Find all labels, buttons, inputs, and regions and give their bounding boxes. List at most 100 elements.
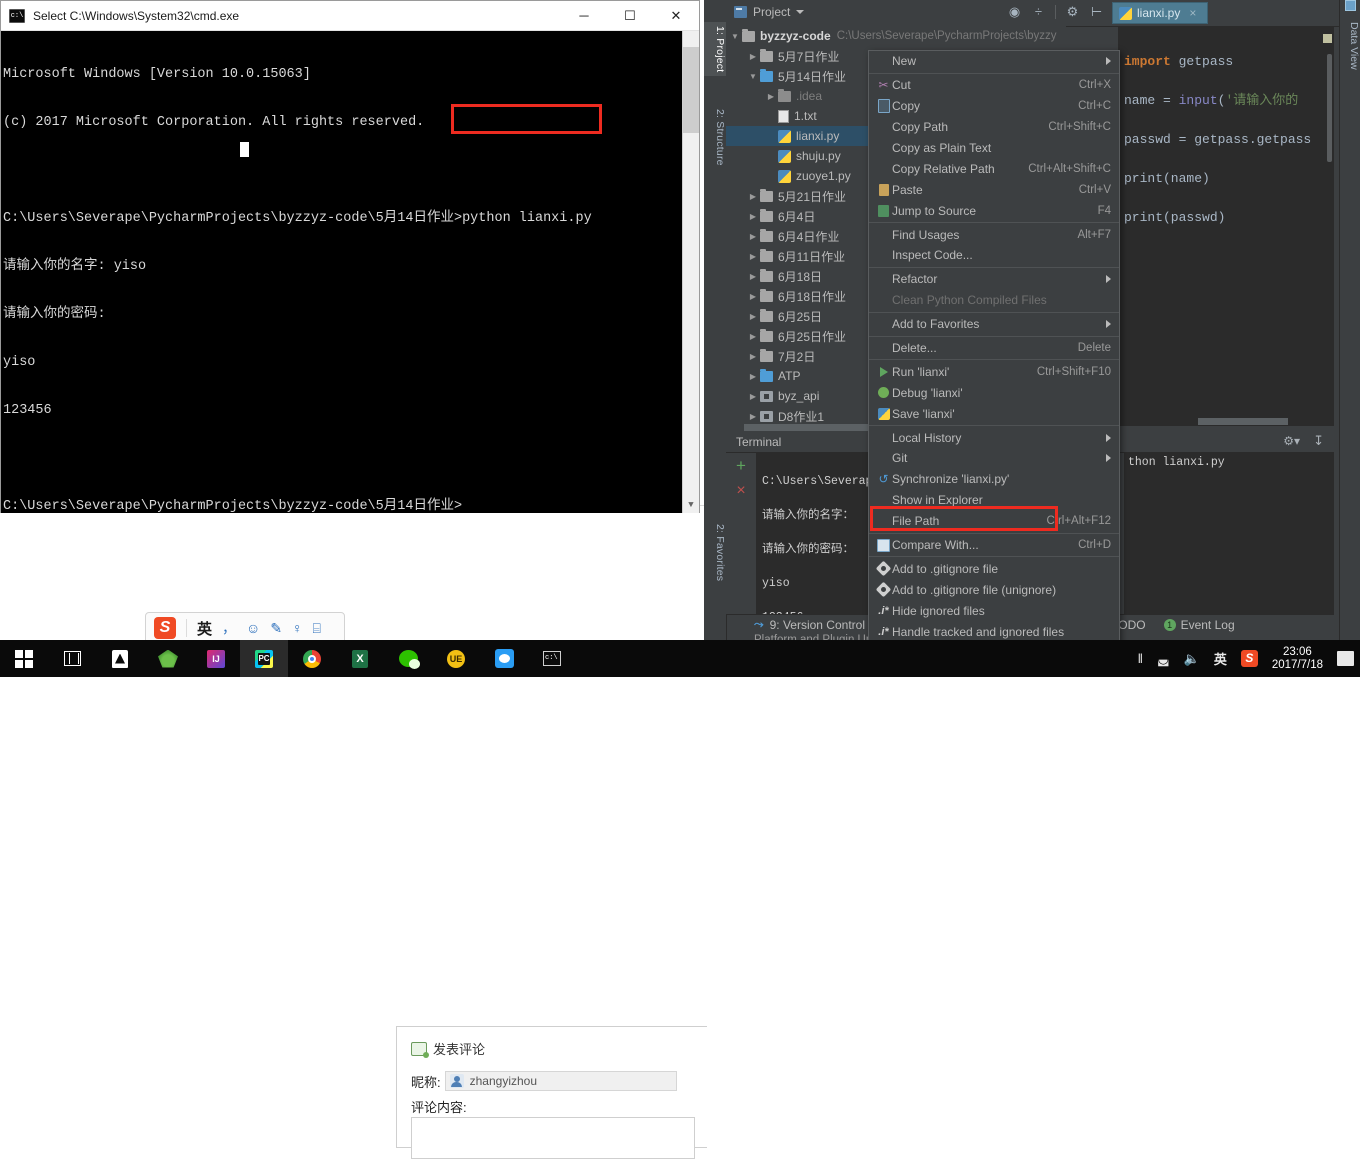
tree-arrow[interactable]: ▶ bbox=[746, 192, 760, 201]
menu-item-find-usages[interactable]: Find Usages Alt+F7 bbox=[869, 224, 1119, 245]
cmd-scrollbar[interactable]: ▲ ▼ bbox=[682, 31, 699, 513]
menu-item-refactor[interactable]: Refactor bbox=[869, 269, 1119, 290]
sidebar-item-structure[interactable]: 2: Structure bbox=[704, 105, 726, 170]
voice-input-icon[interactable]: ♀ bbox=[292, 620, 303, 636]
close-button[interactable]: ✕ bbox=[653, 1, 699, 30]
context-menu[interactable]: New ✂ Cut Ctrl+X Copy Ctrl+C Copy Path Ctrl+… bbox=[868, 50, 1120, 664]
notification-center-icon[interactable] bbox=[1337, 651, 1354, 666]
excel-button[interactable]: X bbox=[336, 640, 384, 677]
menu-item-new[interactable]: New bbox=[869, 51, 1119, 72]
pycharm-taskbar-button[interactable]: PC bbox=[240, 640, 288, 677]
run-panel[interactable]: ⚙▾ ↧ thon lianxi.py bbox=[1118, 430, 1334, 614]
tree-arrow[interactable]: ▶ bbox=[746, 352, 760, 361]
tree-arrow[interactable]: ▶ bbox=[746, 252, 760, 261]
minimize-button[interactable]: ─ bbox=[561, 1, 607, 30]
menu-item-copy[interactable]: Copy Ctrl+C bbox=[869, 96, 1119, 117]
tree-arrow[interactable]: ▶ bbox=[746, 212, 760, 221]
menu-item-run-lianxi[interactable]: Run 'lianxi' Ctrl+Shift+F10 bbox=[869, 361, 1119, 382]
windows-taskbar[interactable]: IJ PC X UE c:\ ‖ ◛ 🔈 英 S 23:06 2017/7/18 bbox=[0, 640, 1360, 677]
collapse-all-icon[interactable]: ◉ bbox=[1007, 4, 1022, 19]
editor-horizontal-scrollbar[interactable] bbox=[1118, 418, 1334, 426]
tree-arrow[interactable]: ▼ bbox=[746, 72, 760, 81]
menu-item-git[interactable]: Git bbox=[869, 448, 1119, 469]
menu-item-add-to-gitignore-unignore[interactable]: Add to .gitignore file (unignore) bbox=[869, 579, 1119, 600]
menu-item-compare-with[interactable]: Compare With... Ctrl+D bbox=[869, 535, 1119, 556]
editor-warning-marker[interactable] bbox=[1323, 34, 1332, 43]
event-log-button[interactable]: 1 Event Log bbox=[1163, 618, 1235, 632]
tree-arrow[interactable]: ▼ bbox=[728, 32, 742, 41]
cmd-taskbar-button[interactable]: c:\ bbox=[528, 640, 576, 677]
hide-icon[interactable]: ⊢ bbox=[1089, 4, 1104, 19]
tree-arrow[interactable]: ▶ bbox=[746, 52, 760, 61]
sidebar-item-data-view[interactable]: Data View bbox=[1340, 18, 1360, 74]
cmd-titlebar[interactable]: c:\ Select C:\Windows\System32\cmd.exe ─… bbox=[1, 1, 699, 31]
menu-item-hide-ignored-files[interactable]: .i* Hide ignored files bbox=[869, 600, 1119, 621]
menu-item-cut[interactable]: ✂ Cut Ctrl+X bbox=[869, 75, 1119, 96]
sogou-logo-icon[interactable]: S bbox=[154, 617, 176, 639]
cmd-window[interactable]: c:\ Select C:\Windows\System32\cmd.exe ─… bbox=[0, 0, 700, 513]
wechat-button[interactable] bbox=[384, 640, 432, 677]
menu-item-add-to-favorites[interactable]: Add to Favorites bbox=[869, 314, 1119, 335]
menu-item-file-path[interactable]: File Path Ctrl+Alt+F12 bbox=[869, 511, 1119, 532]
microsoft-store-button[interactable] bbox=[96, 640, 144, 677]
baidu-netdisk-button[interactable] bbox=[480, 640, 528, 677]
wifi-icon[interactable]: ◛ bbox=[1157, 651, 1170, 667]
menu-item-delete[interactable]: Delete... Delete bbox=[869, 338, 1119, 359]
keyboard-icon[interactable]: ⌸ bbox=[313, 620, 321, 637]
run-output[interactable]: thon lianxi.py bbox=[1124, 452, 1334, 614]
sogou-tray-icon[interactable]: S bbox=[1240, 650, 1258, 667]
comment-content-textarea[interactable] bbox=[411, 1117, 695, 1159]
menu-item-add-to-gitignore[interactable]: Add to .gitignore file bbox=[869, 558, 1119, 579]
tree-arrow[interactable]: ▶ bbox=[746, 272, 760, 281]
punctuation-icon[interactable]: ， bbox=[222, 618, 236, 638]
cmd-console-output[interactable]: Microsoft Windows [Version 10.0.15063] (… bbox=[1, 31, 699, 513]
battery-icon[interactable]: ‖ bbox=[1138, 651, 1143, 666]
menu-item-local-history[interactable]: Local History bbox=[869, 427, 1119, 448]
task-view-button[interactable] bbox=[48, 640, 96, 677]
menu-item-paste[interactable]: Paste Ctrl+V bbox=[869, 179, 1119, 200]
gear-icon[interactable]: ⚙ bbox=[1065, 4, 1080, 19]
menu-item-inspect-code[interactable]: Inspect Code... bbox=[869, 245, 1119, 266]
export-icon[interactable]: ↧ bbox=[1313, 433, 1324, 449]
emoji-icon[interactable]: ☺ bbox=[246, 620, 260, 636]
ime-mode-toggle[interactable]: 英 bbox=[197, 618, 212, 639]
scrollbar-thumb[interactable] bbox=[683, 47, 699, 133]
project-panel-header[interactable]: Project bbox=[734, 5, 805, 19]
menu-item-copy-path[interactable]: Copy Path Ctrl+Shift+C bbox=[869, 117, 1119, 138]
tree-arrow[interactable]: ▶ bbox=[746, 372, 760, 381]
add-terminal-icon[interactable]: + bbox=[736, 457, 746, 474]
ime-indicator[interactable]: 英 bbox=[1214, 649, 1227, 668]
menu-item-synchronize[interactable]: ↺ Synchronize 'lianxi.py' bbox=[869, 469, 1119, 490]
menu-item-handle-tracked-and-ignored-files[interactable]: .i* Handle tracked and ignored files bbox=[869, 621, 1119, 642]
sidebar-item-project[interactable]: 1: Project bbox=[704, 22, 726, 77]
menu-item-save-lianxi[interactable]: Save 'lianxi' bbox=[869, 403, 1119, 424]
menu-item-copy-relative-path[interactable]: Copy Relative Path Ctrl+Alt+Shift+C bbox=[869, 158, 1119, 179]
menu-item-jump-to-source[interactable]: Jump to Source F4 bbox=[869, 200, 1119, 221]
menu-item-show-in-explorer[interactable]: Show in Explorer bbox=[869, 490, 1119, 511]
code-editor[interactable]: import getpass name = input('请输入你的 passw… bbox=[1118, 26, 1334, 426]
ultraedit-button[interactable]: UE bbox=[432, 640, 480, 677]
start-button[interactable] bbox=[0, 640, 48, 677]
tree-node-byzzyz-code[interactable]: ▼ byzzyz-code C:\Users\Severape\PycharmP… bbox=[726, 26, 1066, 46]
editor-tab-lianxi-py[interactable]: lianxi.py × bbox=[1112, 2, 1208, 24]
editor-scrollbar[interactable] bbox=[1327, 54, 1332, 162]
intellij-idea-button[interactable]: IJ bbox=[192, 640, 240, 677]
taskbar-clock[interactable]: 23:06 2017/7/18 bbox=[1272, 646, 1323, 672]
leaf-app-button[interactable] bbox=[144, 640, 192, 677]
expand-all-icon[interactable]: ÷ bbox=[1031, 4, 1046, 19]
chrome-button[interactable] bbox=[288, 640, 336, 677]
sidebar-item-favorites[interactable]: 2: Favorites bbox=[704, 520, 726, 585]
tree-arrow[interactable]: ▶ bbox=[764, 92, 778, 101]
scroll-down-arrow[interactable]: ▼ bbox=[683, 497, 699, 513]
nickname-input[interactable]: zhangyizhou bbox=[444, 1071, 677, 1091]
menu-item-debug-lianxi[interactable]: Debug 'lianxi' bbox=[869, 382, 1119, 403]
tree-arrow[interactable]: ▶ bbox=[746, 392, 760, 401]
tree-arrow[interactable]: ▶ bbox=[746, 412, 760, 421]
gear-icon[interactable]: ⚙▾ bbox=[1283, 434, 1300, 448]
volume-icon[interactable]: 🔈 bbox=[1184, 651, 1200, 667]
tree-arrow[interactable]: ▶ bbox=[746, 232, 760, 241]
close-terminal-icon[interactable]: × bbox=[736, 483, 745, 499]
tree-arrow[interactable]: ▶ bbox=[746, 312, 760, 321]
chevron-down-icon[interactable] bbox=[796, 10, 805, 14]
tree-arrow[interactable]: ▶ bbox=[746, 292, 760, 301]
